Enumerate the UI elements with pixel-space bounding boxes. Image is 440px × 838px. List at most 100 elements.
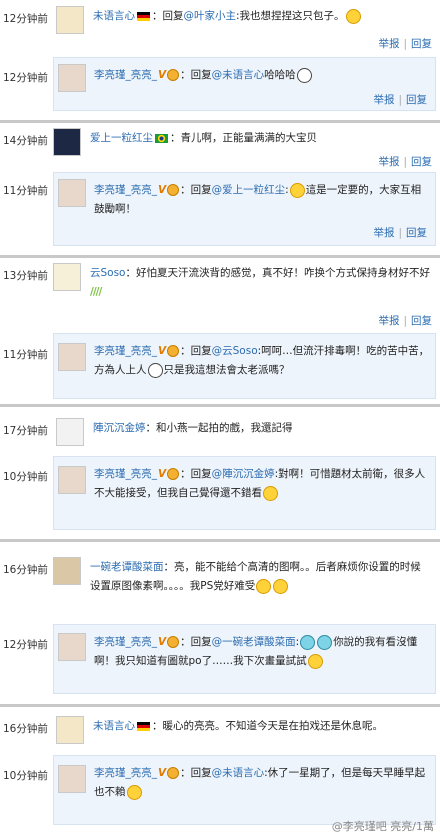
thread-3: 13分钟前 云Soso：好怕夏天汗流浹背的感觉，真不好！咋换个方式保持身材好不好…	[0, 258, 440, 407]
brazil-flag-icon	[155, 133, 168, 143]
username-link[interactable]: 李亮瑾_亮亮_	[94, 184, 157, 196]
vip-icon: V	[158, 636, 167, 648]
vip-icon: V	[158, 767, 167, 779]
username-link[interactable]: 未语言心	[93, 720, 135, 732]
reply-link[interactable]: 回复	[411, 38, 432, 50]
thinking-emoji-icon	[289, 182, 305, 198]
avatar[interactable]	[56, 6, 84, 34]
reply-comment: 李亮瑾_亮亮_V ：回复@未语言心:休了一星期了，但是每天早睡早起也不賴	[94, 764, 430, 802]
sleepy-emoji-icon	[126, 784, 142, 800]
laugh-emoji-icon	[317, 634, 333, 650]
comment: 未语言心 ：回复@叶家小主:我也想捏捏这只包子。	[93, 7, 433, 26]
mention-link[interactable]: @叶家小主	[184, 10, 237, 22]
avatar[interactable]	[58, 343, 86, 371]
comment: 一碗老谭酸菜面：亮，能不能给个高清的图啊。。后者麻烦你设置的时候设置原图像素啊。…	[90, 561, 421, 594]
thread-5: 16分钟前 一碗老谭酸菜面：亮，能不能给个高清的图啊。。后者麻烦你设置的时候设置…	[0, 542, 440, 707]
vip-icon: V	[158, 345, 167, 357]
username-link[interactable]: 爱上一粒红尘	[90, 132, 153, 144]
comment-actions: 举报 | 回复	[378, 156, 432, 168]
username-link[interactable]: 李亮瑾_亮亮_	[94, 636, 157, 648]
reply-time: 11分钟前	[3, 349, 48, 361]
reply-actions: 举报 | 回复	[373, 227, 427, 239]
username-link[interactable]: 一碗老谭酸菜面	[90, 561, 164, 573]
reply-link[interactable]: 回复	[406, 227, 427, 239]
reply-box: 李亮瑾_亮亮_V ：回复@爱上一粒红尘: 這是一定要的，大家互相鼓勵啊！ 举报 | 回复	[53, 172, 436, 246]
medal-icon	[167, 767, 180, 779]
germany-flag-icon	[137, 11, 150, 21]
avatar[interactable]	[53, 263, 81, 291]
mention-link[interactable]: @未语言心	[212, 767, 265, 779]
comment-time: 14分钟前	[3, 135, 48, 147]
shy-emoji-icon	[256, 578, 272, 594]
comment-actions: 举报 | 回复	[378, 38, 432, 50]
mention-link[interactable]: @未语言心	[212, 69, 265, 81]
reply-time: 10分钟前	[3, 770, 48, 782]
medal-icon	[167, 345, 180, 357]
medal-icon	[167, 69, 180, 81]
report-link[interactable]: 举报	[378, 156, 399, 168]
report-link[interactable]: 举报	[378, 315, 399, 327]
username-link[interactable]: 未语言心	[93, 10, 135, 22]
comment-time: 16分钟前	[3, 723, 48, 735]
comment-time: 17分钟前	[3, 425, 48, 437]
thread-4: 17分钟前 陣沉沉金婷：和小燕一起拍的戲，我還記得 10分钟前 李亮瑾_亮亮_V…	[0, 407, 440, 542]
smile-emoji-icon	[345, 8, 361, 24]
reply-time: 11分钟前	[3, 185, 48, 197]
reply-box: 李亮瑾_亮亮_V ：回复@云Soso:呵呵…但流汗排毒啊！吃的苦中苦，方為人上人只…	[53, 333, 436, 399]
report-link[interactable]: 举报	[373, 94, 394, 106]
report-link[interactable]: 举报	[373, 227, 394, 239]
avatar[interactable]	[58, 64, 86, 92]
sad-emoji-icon	[263, 485, 278, 501]
avatar[interactable]	[53, 128, 81, 156]
reply-box: 李亮瑾_亮亮_V ：回复@未语言心:休了一星期了，但是每天早睡早起也不賴	[53, 755, 436, 825]
comment-actions: 举报 | 回复	[378, 315, 432, 327]
reply-box: 李亮瑾_亮亮_V ：回复@一碗老谭酸菜面: 你說的我有看沒懂啊！我只知道有圖就po了…	[53, 624, 436, 694]
grass-emoji-icon: ////	[90, 286, 102, 298]
germany-flag-icon	[137, 721, 150, 731]
avatar[interactable]	[58, 633, 86, 661]
sweat-emoji-icon	[273, 578, 289, 594]
avatar[interactable]	[53, 557, 81, 585]
comment: 未语言心 ：暖心的亮亮。不知道今天是在拍戏还是休息呢。	[93, 720, 383, 732]
confused-emoji-icon	[307, 653, 323, 669]
laugh-emoji-icon	[300, 634, 316, 650]
avatar[interactable]	[56, 418, 84, 446]
username-link[interactable]: 陣沉沉金婷	[93, 422, 146, 434]
mention-link[interactable]: @云Soso	[212, 345, 258, 357]
username-link[interactable]: 李亮瑾_亮亮_	[94, 767, 157, 779]
comment: 陣沉沉金婷：和小燕一起拍的戲，我還記得	[93, 422, 293, 434]
username-link[interactable]: 云Soso	[90, 267, 125, 279]
comment: 爱上一粒红尘 ：青儿啊，正能量满满的大宝贝	[90, 132, 317, 144]
reply-comment: 李亮瑾_亮亮_V ：回复@未语言心哈哈哈	[94, 66, 430, 85]
thread-2: 14分钟前 爱上一粒红尘 ：青儿啊，正能量满满的大宝贝 举报 | 回复 11分钟前 李…	[0, 123, 440, 258]
reply-box: 李亮瑾_亮亮_V ：回复@未语言心哈哈哈 举报 | 回复	[53, 57, 436, 111]
watermark: @李亮瑾吧 亮亮/1萬	[331, 820, 434, 833]
reply-link[interactable]: 回复	[406, 94, 427, 106]
username-link[interactable]: 李亮瑾_亮亮_	[94, 69, 157, 81]
avatar[interactable]	[58, 179, 86, 207]
avatar[interactable]	[58, 466, 86, 494]
mention-link[interactable]: @陣沉沉金婷	[212, 468, 275, 480]
username-link[interactable]: 李亮瑾_亮亮_	[94, 468, 157, 480]
comment-time: 12分钟前	[3, 13, 48, 25]
reply-link[interactable]: 回复	[411, 315, 432, 327]
reply-link[interactable]: 回复	[411, 156, 432, 168]
thread-1: 12分钟前 未语言心 ：回复@叶家小主:我也想捏捏这只包子。 举报 | 回复 12分钟…	[0, 0, 440, 123]
reply-time: 10分钟前	[3, 471, 48, 483]
reply-time: 12分钟前	[3, 639, 48, 651]
report-link[interactable]: 举报	[378, 38, 399, 50]
comment-time: 16分钟前	[3, 564, 48, 576]
medal-icon	[167, 636, 180, 648]
mention-link[interactable]: @一碗老谭酸菜面	[212, 636, 296, 648]
avatar[interactable]	[56, 716, 84, 744]
reply-comment: 李亮瑾_亮亮_V ：回复@云Soso:呵呵…但流汗排毒啊！吃的苦中苦，方為人上人只…	[94, 342, 430, 380]
username-link[interactable]: 李亮瑾_亮亮_	[94, 345, 157, 357]
reply-comment: 李亮瑾_亮亮_V ：回复@陣沉沉金婷:對啊！可惜題材太前衛，很多人不大能接受，但我…	[94, 465, 430, 503]
reply-box: 李亮瑾_亮亮_V ：回复@陣沉沉金婷:對啊！可惜題材太前衛，很多人不大能接受，但我…	[53, 456, 436, 530]
avatar[interactable]	[58, 765, 86, 793]
panda-emoji-icon	[296, 67, 312, 83]
medal-icon	[167, 468, 180, 480]
vip-icon: V	[158, 468, 167, 480]
mention-link[interactable]: @爱上一粒红尘	[212, 184, 286, 196]
reply-time: 12分钟前	[3, 72, 48, 84]
